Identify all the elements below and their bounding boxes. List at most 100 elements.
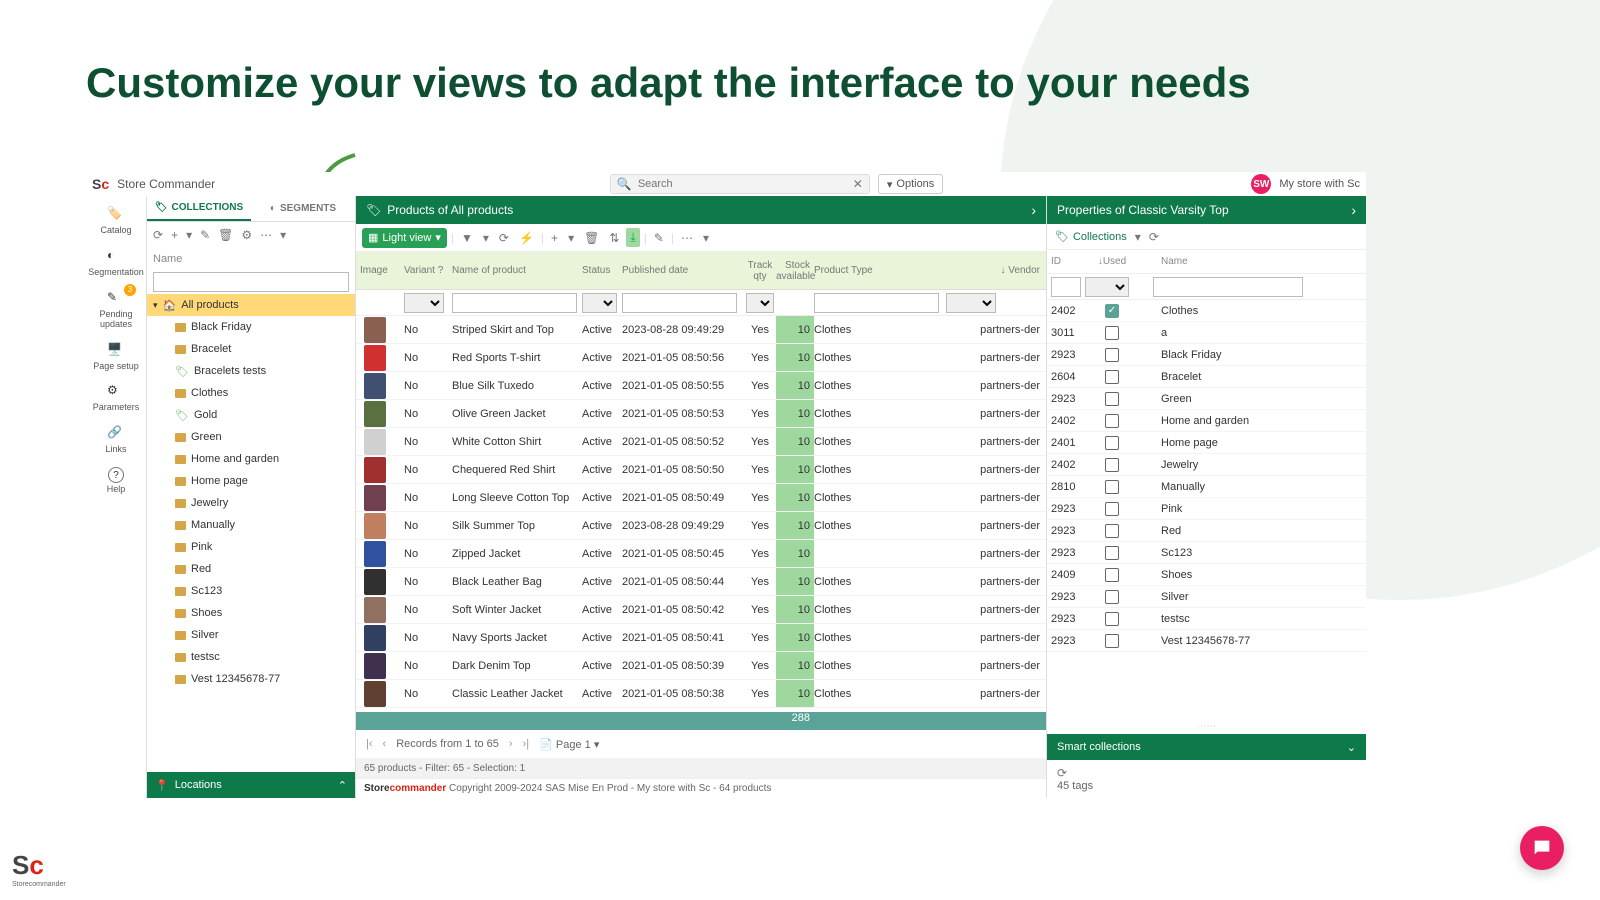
nav-page-setup[interactable]: 🖥️ Page setup (86, 338, 146, 376)
table-row[interactable]: NoClassic Leather JacketActive2021-01-05… (356, 680, 1046, 708)
checkbox[interactable] (1105, 348, 1119, 362)
sort-icon[interactable]: ↓ (1001, 265, 1006, 276)
table-row[interactable]: NoWhite Cotton ShirtActive2021-01-05 08:… (356, 428, 1046, 456)
props-row[interactable]: 2923Silver (1047, 586, 1366, 608)
checkbox[interactable] (1105, 458, 1119, 472)
table-row[interactable]: NoStriped Skirt and TopActive2023-08-28 … (356, 316, 1046, 344)
tree-item[interactable]: Sc123 (147, 580, 355, 602)
table-row[interactable]: NoSoft Winter JacketActive2021-01-05 08:… (356, 596, 1046, 624)
checkbox[interactable] (1105, 480, 1119, 494)
export-icon[interactable]: ⤓ (626, 228, 639, 247)
props-row[interactable]: 2402Home and garden (1047, 410, 1366, 432)
more-icon[interactable]: ⋯ (260, 228, 272, 242)
page-prev-icon[interactable]: ‹ (383, 738, 387, 750)
nav-segmentation[interactable]: ◐ Segmentation (86, 244, 146, 282)
props-row[interactable]: 2923Pink (1047, 498, 1366, 520)
tree-item[interactable]: Home page (147, 470, 355, 492)
props-row[interactable]: 3011a (1047, 322, 1366, 344)
chevron-down-icon[interactable]: ▾ (700, 231, 712, 245)
checkbox[interactable] (1105, 370, 1119, 384)
chevron-down-icon[interactable]: ▾ (280, 228, 286, 242)
search-clear-icon[interactable]: ✕ (853, 177, 863, 191)
bolt-icon[interactable]: ⚡ (516, 231, 537, 245)
tree-item[interactable]: Shoes (147, 602, 355, 624)
props-row[interactable]: 2810Manually (1047, 476, 1366, 498)
checkbox[interactable] (1105, 546, 1119, 560)
checkbox[interactable]: ✓ (1105, 304, 1119, 318)
filter-used[interactable] (1085, 277, 1129, 297)
checkbox[interactable] (1105, 634, 1119, 648)
nav-catalog[interactable]: 🏷️ Catalog (86, 202, 146, 240)
tab-collections[interactable]: 🏷 COLLECTIONS (147, 196, 251, 221)
table-row[interactable]: NoBlack Leather BagActive2021-01-05 08:5… (356, 568, 1046, 596)
checkbox[interactable] (1105, 392, 1119, 406)
page-last-icon[interactable]: ›| (523, 738, 530, 750)
table-row[interactable]: NoNavy Sports JacketActive2021-01-05 08:… (356, 624, 1046, 652)
checkbox[interactable] (1105, 590, 1119, 604)
checkbox[interactable] (1105, 502, 1119, 516)
refresh-icon[interactable]: ⟳ (1149, 230, 1159, 244)
trash-icon[interactable]: 🗑 (581, 231, 602, 245)
filter-type[interactable] (814, 293, 939, 313)
nav-links[interactable]: 🔗 Links (86, 421, 146, 459)
table-row[interactable]: NoOlive Green JacketActive2021-01-05 08:… (356, 400, 1046, 428)
checkbox[interactable] (1105, 414, 1119, 428)
page-next-icon[interactable]: › (509, 738, 513, 750)
search-field[interactable] (638, 178, 847, 190)
edit-icon[interactable]: ✎ (200, 228, 210, 242)
options-button[interactable]: ▾ Options (878, 174, 943, 194)
props-row[interactable]: 2409Shoes (1047, 564, 1366, 586)
chevron-right-icon[interactable]: › (1031, 202, 1036, 218)
filter-id[interactable] (1051, 277, 1081, 297)
tree-item[interactable]: Red (147, 558, 355, 580)
search-input[interactable]: 🔍 ✕ (610, 174, 870, 194)
tree-item[interactable]: Vest 12345678-77 (147, 668, 355, 690)
checkbox[interactable] (1105, 612, 1119, 626)
props-row[interactable]: 2923Green (1047, 388, 1366, 410)
props-row[interactable]: 2923Black Friday (1047, 344, 1366, 366)
table-row[interactable]: NoRed Sports T-shirtActive2021-01-05 08:… (356, 344, 1046, 372)
filter-track[interactable] (746, 293, 774, 313)
chevron-down-icon[interactable]: ▾ (480, 231, 492, 245)
tree-item[interactable]: testsc (147, 646, 355, 668)
resize-handle[interactable]: ⋯⋯ (1047, 719, 1366, 734)
table-row[interactable]: NoBlue Silk TuxedoActive2021-01-05 08:50… (356, 372, 1046, 400)
page-selector[interactable]: 📄 Page 1 ▾ (539, 738, 599, 751)
chevron-down-icon[interactable]: ▾ (565, 231, 577, 245)
checkbox[interactable] (1105, 568, 1119, 582)
table-row[interactable]: NoLong Sleeve Cotton TopActive2021-01-05… (356, 484, 1046, 512)
edit-icon[interactable]: ✎ (651, 231, 667, 245)
props-row[interactable]: 2604Bracelet (1047, 366, 1366, 388)
table-row[interactable]: NoDark Denim TopActive2021-01-05 08:50:3… (356, 652, 1046, 680)
table-row[interactable]: NoChequered Red ShirtActive2021-01-05 08… (356, 456, 1046, 484)
page-first-icon[interactable]: |‹ (366, 738, 373, 750)
nav-parameters[interactable]: ⚙ Parameters (86, 379, 146, 417)
smart-collections-bar[interactable]: Smart collections ⌄ (1047, 734, 1366, 760)
chat-button[interactable] (1520, 826, 1564, 870)
collections-filter-input[interactable] (153, 272, 349, 292)
tree-item[interactable]: Silver (147, 624, 355, 646)
tree-item[interactable]: Black Friday (147, 316, 355, 338)
checkbox[interactable] (1105, 326, 1119, 340)
filter-status[interactable] (582, 293, 617, 313)
props-row[interactable]: 2402Jewelry (1047, 454, 1366, 476)
checkbox[interactable] (1105, 436, 1119, 450)
refresh-icon[interactable]: ⟳ (496, 231, 512, 245)
light-view-button[interactable]: ▦ Light view ▾ (362, 228, 447, 248)
sort-icon[interactable]: ⇅ (606, 231, 622, 245)
chevron-right-icon[interactable]: › (1351, 202, 1356, 218)
checkbox[interactable] (1105, 524, 1119, 538)
filter-name[interactable] (1153, 277, 1303, 297)
chevron-down-icon[interactable]: ▾ (186, 228, 192, 242)
filter-name[interactable] (452, 293, 577, 313)
more-icon[interactable]: ⋯ (678, 231, 696, 245)
locations-bar[interactable]: 📍 Locations ⌃ (147, 772, 355, 798)
tree-item[interactable]: Jewelry (147, 492, 355, 514)
nav-help[interactable]: ? Help (86, 463, 146, 499)
tree-item[interactable]: 🏷Bracelets tests (147, 360, 355, 382)
table-row[interactable]: NoZipped JacketActive2021-01-05 08:50:45… (356, 540, 1046, 568)
tree-root[interactable]: ▾ 🏠 All products (147, 294, 355, 316)
tree-item[interactable]: Bracelet (147, 338, 355, 360)
chevron-down-icon[interactable]: ▾ (1135, 230, 1141, 244)
props-row[interactable]: 2923testsc (1047, 608, 1366, 630)
